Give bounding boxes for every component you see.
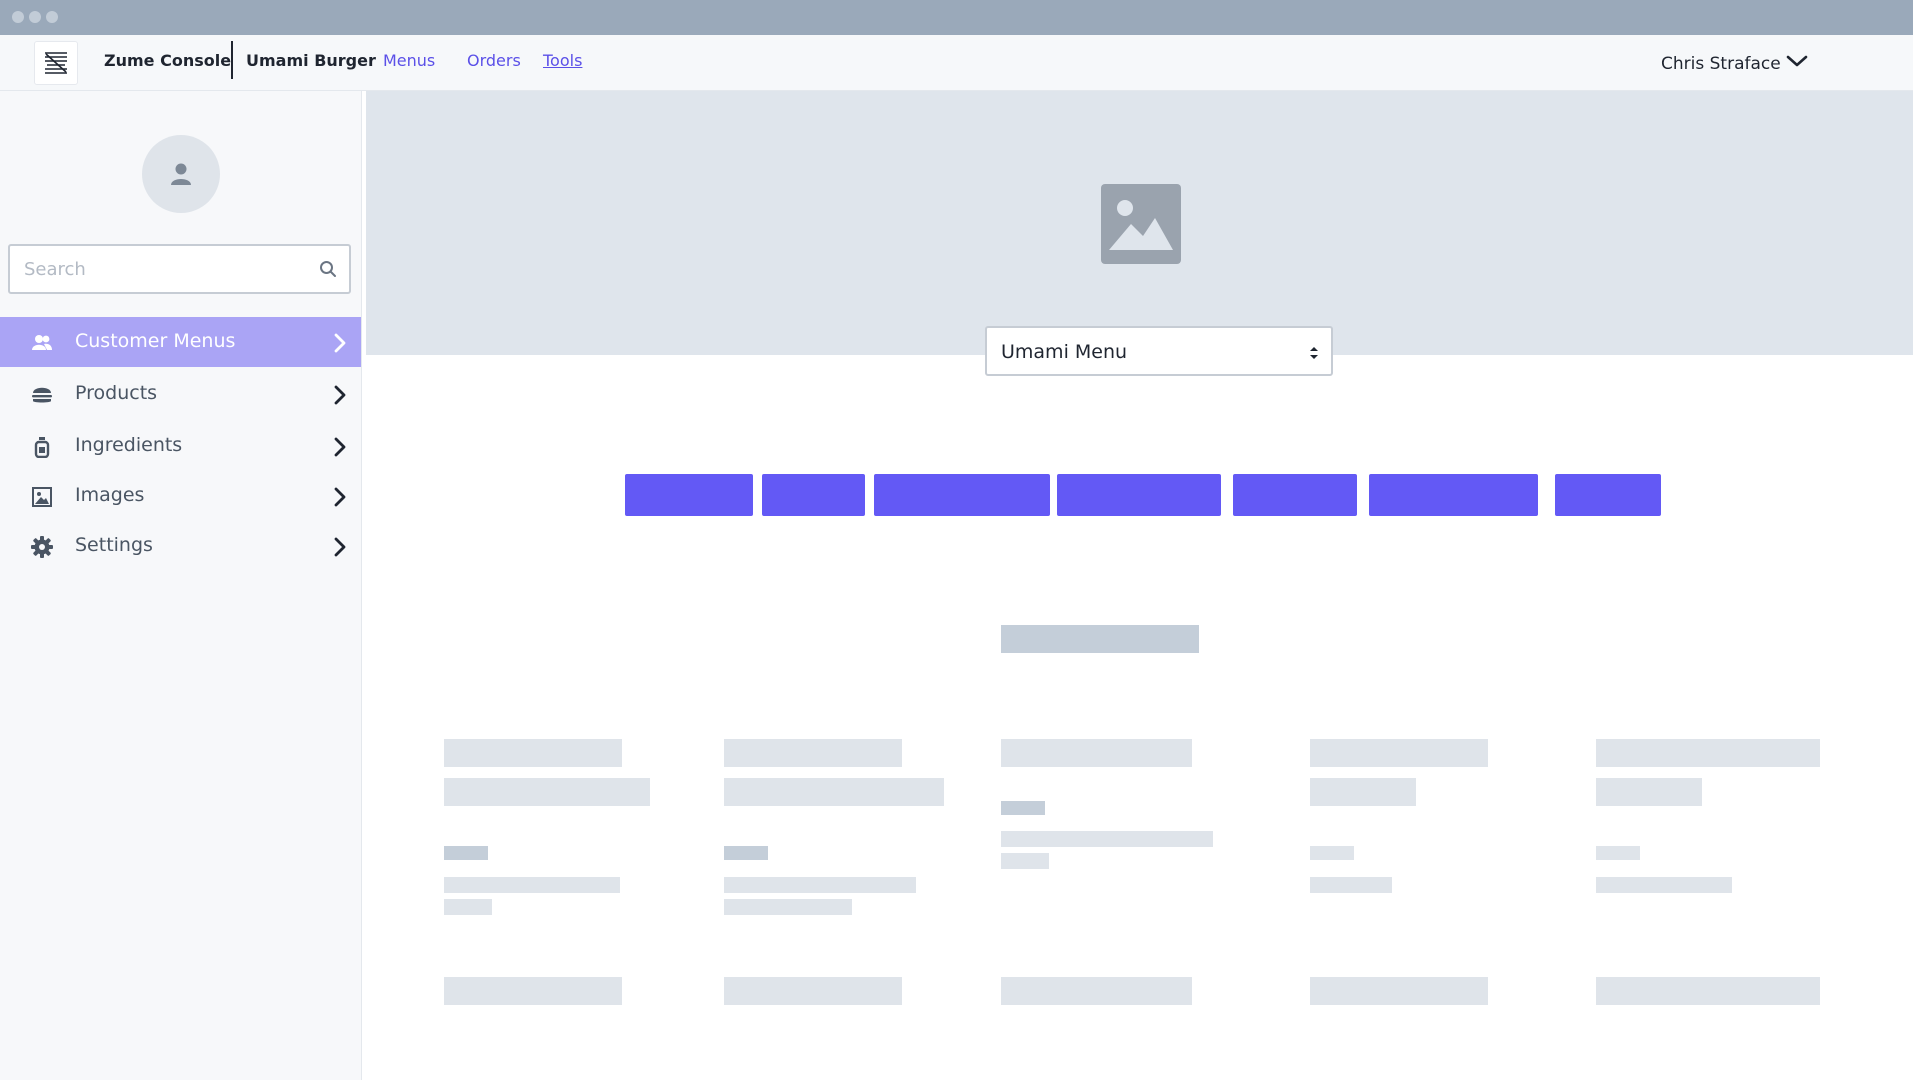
item-subtitle-skeleton: [444, 778, 650, 806]
chevron-right-icon: [333, 384, 347, 410]
item-subtitle-skeleton: [1310, 778, 1416, 806]
sidebar-item-label: Products: [75, 382, 158, 404]
item-title-skeleton: [1310, 739, 1488, 767]
chevron-right-icon: [333, 332, 347, 358]
item-text-skeleton: [1001, 831, 1213, 847]
category-tab-2[interactable]: [762, 474, 865, 516]
brand-divider: [231, 41, 233, 79]
item-title-skeleton: [724, 739, 902, 767]
burger-icon: [31, 384, 53, 406]
sidebar: Customer Menus Products Ingredients: [0, 91, 362, 1080]
store-name: Umami Burger: [246, 51, 376, 70]
top-navigation: Zume Console Umami Burger Menus Orders T…: [0, 35, 1913, 91]
window-minimize-button[interactable]: [29, 11, 41, 23]
category-tab-5[interactable]: [1233, 474, 1357, 516]
sidebar-item-customer-menus[interactable]: Customer Menus: [0, 317, 361, 367]
item-text-skeleton: [724, 899, 852, 915]
item-price-skeleton: [1596, 846, 1640, 860]
chevron-down-icon[interactable]: [1786, 53, 1808, 72]
item-subtitle-skeleton: [724, 778, 944, 806]
category-tab-1[interactable]: [625, 474, 753, 516]
item-subtitle-skeleton: [1596, 778, 1702, 806]
search-input[interactable]: [10, 246, 310, 292]
sidebar-item-label: Settings: [75, 534, 153, 556]
window-titlebar: [0, 0, 1913, 35]
category-tab-7[interactable]: [1555, 474, 1661, 516]
nav-link-tools[interactable]: Tools: [543, 51, 582, 70]
item-text-skeleton: [1001, 853, 1049, 869]
brand-name: Zume Console: [104, 51, 232, 70]
users-icon: [31, 332, 53, 354]
item-title-skeleton: [444, 977, 622, 1005]
nav-link-orders[interactable]: Orders: [467, 51, 521, 70]
sidebar-item-settings[interactable]: Settings: [0, 521, 361, 571]
nav-link-menus[interactable]: Menus: [383, 51, 435, 70]
window-close-button[interactable]: [12, 11, 24, 23]
gear-icon: [31, 536, 53, 558]
item-title-skeleton: [1596, 977, 1820, 1005]
item-title-skeleton: [444, 739, 622, 767]
sidebar-item-ingredients[interactable]: Ingredients: [0, 421, 361, 471]
item-title-skeleton: [1310, 977, 1488, 1005]
menu-select[interactable]: Umami Menu: [985, 326, 1333, 376]
item-text-skeleton: [724, 877, 916, 893]
select-arrows-icon: [1309, 345, 1319, 364]
chevron-right-icon: [333, 436, 347, 462]
sidebar-item-label: Images: [75, 484, 145, 506]
avatar[interactable]: [142, 135, 220, 213]
search-field[interactable]: [8, 244, 351, 294]
image-icon: [31, 486, 53, 508]
item-text-skeleton: [444, 877, 620, 893]
category-tab-3[interactable]: [874, 474, 1050, 516]
item-text-skeleton: [1310, 877, 1392, 893]
search-icon[interactable]: [319, 260, 337, 282]
sidebar-item-label: Customer Menus: [75, 330, 236, 352]
chevron-right-icon: [333, 486, 347, 512]
category-tab-6[interactable]: [1369, 474, 1538, 516]
section-title-skeleton: [1001, 625, 1199, 653]
category-tab-4[interactable]: [1057, 474, 1221, 516]
item-title-skeleton: [1001, 977, 1192, 1005]
image-placeholder-icon[interactable]: [1101, 184, 1181, 268]
sidebar-item-products[interactable]: Products: [0, 369, 361, 419]
sidebar-item-images[interactable]: Images: [0, 471, 361, 521]
item-price-skeleton: [1001, 801, 1045, 815]
item-text-skeleton: [1596, 877, 1732, 893]
window-maximize-button[interactable]: [46, 11, 58, 23]
item-title-skeleton: [724, 977, 902, 1005]
item-price-skeleton: [1310, 846, 1354, 860]
chevron-right-icon: [333, 536, 347, 562]
menu-select-value: Umami Menu: [1001, 341, 1128, 363]
item-price-skeleton: [444, 846, 488, 860]
item-title-skeleton: [1001, 739, 1192, 767]
bottle-icon: [31, 436, 53, 459]
zume-logo-icon[interactable]: [34, 41, 78, 85]
item-text-skeleton: [444, 899, 492, 915]
user-icon: [171, 163, 191, 185]
item-price-skeleton: [724, 846, 768, 860]
sidebar-item-label: Ingredients: [75, 434, 183, 456]
item-title-skeleton: [1596, 739, 1820, 767]
user-name[interactable]: Chris Straface: [1661, 54, 1781, 74]
